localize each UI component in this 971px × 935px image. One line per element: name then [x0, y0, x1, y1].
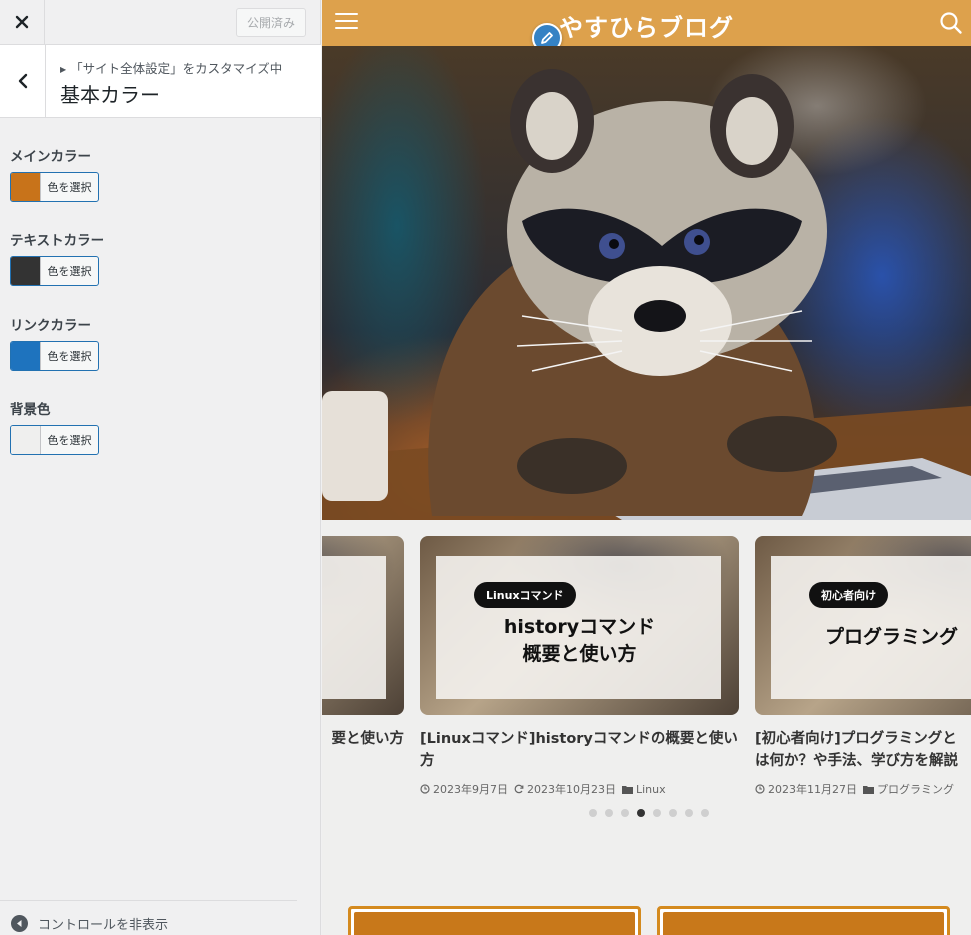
refresh-icon: [514, 784, 524, 794]
post-thumbnail[interactable]: Linuxコマンド historyコマンド 概要と使い方: [420, 536, 739, 715]
text-color-control: テキストカラー 色を選択: [10, 229, 104, 286]
thumbnail-title-line2: 概要と使い方: [522, 643, 637, 665]
slider-dot[interactable]: [701, 809, 709, 817]
post-date: 2023年9月7日: [420, 781, 508, 797]
post-category-text[interactable]: プログラミング: [877, 781, 954, 797]
text-color-swatch: [11, 257, 41, 285]
site-title[interactable]: やすひらブログ: [322, 8, 971, 43]
link-color-picker-button[interactable]: 色を選択: [10, 341, 99, 371]
collapse-controls-button[interactable]: コントロールを非表示: [11, 914, 168, 933]
post-thumbnail[interactable]: [322, 536, 404, 715]
category-badge: Linuxコマンド: [474, 582, 576, 608]
category-badge: 初心者向け: [809, 582, 888, 608]
main-color-picker-button[interactable]: 色を選択: [10, 172, 99, 202]
main-color-label: メインカラー: [10, 149, 91, 165]
background-color-control: 背景色 色を選択: [10, 398, 99, 455]
thumbnail-overlay: [322, 556, 386, 699]
post-updated: 2023年10月23日: [514, 781, 616, 797]
folder-icon: [863, 785, 874, 794]
back-button[interactable]: [0, 45, 46, 117]
post-category-text[interactable]: Linux: [636, 783, 666, 796]
link-color-control: リンクカラー 色を選択: [10, 314, 99, 371]
post-thumbnail[interactable]: 初心者向け プログラミング: [755, 536, 971, 715]
post-category[interactable]: Linux: [622, 783, 666, 796]
folder-icon: [622, 785, 633, 794]
clock-icon: [755, 784, 765, 794]
close-icon: [15, 15, 29, 29]
text-color-label: テキストカラー: [10, 233, 105, 249]
section-title: 基本カラー: [60, 83, 160, 107]
post-card[interactable]: 初心者向け プログラミング [初心者向け]プログラミングとは何か？や手法、学び方…: [755, 536, 971, 797]
text-color-picker-button[interactable]: 色を選択: [10, 256, 99, 286]
link-color-swatch: [11, 342, 41, 370]
background-color-swatch: [11, 426, 41, 454]
customizer-panel: 公開済み ▶ 「サイト全体設定」をカスタマイズ中 基本カラー メインカラー 色を選…: [0, 0, 321, 935]
site-header: やすひらブログ: [322, 0, 971, 53]
hero-image: [322, 46, 971, 520]
post-slider[interactable]: 要と使い方 Linuxコマンド historyコマンド 概要と使い方 [Linu…: [322, 536, 971, 806]
post-date-text: 2023年9月7日: [433, 783, 508, 796]
post-meta: 2023年9月7日 2023年10月23日 Linux: [420, 781, 740, 797]
post-date: 2023年11月27日: [755, 781, 857, 797]
select-color-label: 色を選択: [47, 434, 92, 447]
post-card-partial[interactable]: 要と使い方: [322, 536, 404, 750]
slider-dot-active[interactable]: [637, 809, 645, 817]
chevron-left-icon: [18, 73, 27, 89]
slider-dot[interactable]: [685, 809, 693, 817]
select-color-label: 色を選択: [47, 265, 92, 278]
slider-pagination: [589, 809, 717, 817]
promo-box-inner: [663, 912, 944, 935]
triangle-right-icon: ▶: [60, 65, 67, 74]
breadcrumb-text: 「サイト全体設定」をカスタマイズ中: [70, 61, 283, 76]
search-icon[interactable]: [939, 11, 963, 35]
post-title[interactable]: [初心者向け]プログラミングとは何か？や手法、学び方を解説: [755, 728, 971, 772]
select-color-label: 色を選択: [47, 181, 92, 194]
post-meta: 2023年11月27日 プログラミング: [755, 781, 971, 797]
main-color-swatch: [11, 173, 41, 201]
customizer-header: 公開済み: [0, 0, 321, 45]
footer-divider: [0, 900, 297, 901]
link-color-label: リンクカラー: [10, 318, 91, 334]
select-color-label: 色を選択: [47, 350, 92, 363]
background-color-label: 背景色: [10, 402, 51, 418]
main-color-control: メインカラー 色を選択: [10, 145, 99, 202]
thumbnail-title-line1: historyコマンド: [503, 616, 656, 638]
thumbnail-title-line1: プログラミング: [825, 626, 959, 648]
slider-dot[interactable]: [589, 809, 597, 817]
arrow-left-circle-icon: [11, 915, 28, 932]
section-header: ▶ 「サイト全体設定」をカスタマイズ中 基本カラー: [0, 45, 321, 118]
promo-box[interactable]: [657, 906, 950, 935]
promo-box[interactable]: [348, 906, 641, 935]
background-color-picker-button[interactable]: 色を選択: [10, 425, 99, 455]
slider-dot[interactable]: [605, 809, 613, 817]
post-category[interactable]: プログラミング: [863, 781, 954, 797]
post-date-text: 2023年11月27日: [768, 783, 857, 796]
collapse-label: コントロールを非表示: [38, 918, 169, 933]
close-customizer-button[interactable]: [0, 0, 45, 44]
post-title[interactable]: 要と使い方: [322, 728, 405, 750]
publish-button[interactable]: 公開済み: [235, 8, 306, 37]
post-updated-text: 2023年10月23日: [527, 783, 616, 796]
slider-dot[interactable]: [653, 809, 661, 817]
pencil-icon: [541, 32, 553, 44]
clock-icon: [420, 784, 430, 794]
site-preview: やすひらブログ 要と使い方 Linuxコマンド historyコマンド 概要と使…: [322, 0, 971, 935]
post-card[interactable]: Linuxコマンド historyコマンド 概要と使い方 [Linuxコマンド]…: [420, 536, 740, 797]
raccoon-illustration: [322, 69, 971, 520]
breadcrumb: ▶ 「サイト全体設定」をカスタマイズ中: [60, 58, 282, 77]
slider-dot[interactable]: [621, 809, 629, 817]
slider-dot[interactable]: [669, 809, 677, 817]
post-title[interactable]: [Linuxコマンド]historyコマンドの概要と使い方: [420, 728, 740, 772]
promo-box-inner: [354, 912, 635, 935]
